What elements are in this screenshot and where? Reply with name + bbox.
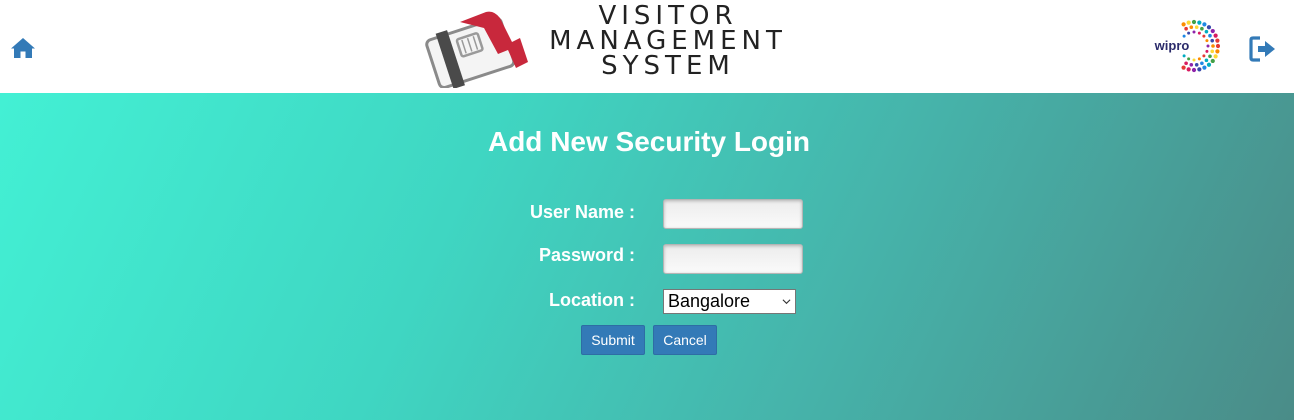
vms-logo: VISITOR MANAGEMENT SYSTEM — [420, 3, 800, 90]
sign-out-icon[interactable] — [1249, 36, 1277, 62]
main-content: Add New Security Login User Name : Passw… — [0, 93, 1294, 420]
app-header: VISITOR MANAGEMENT SYSTEM wipro — [0, 0, 1294, 93]
username-input[interactable] — [663, 199, 803, 229]
location-label: Location : — [549, 290, 635, 310]
wipro-logo-text: wipro — [1154, 38, 1190, 53]
logo-line-3: SYSTEM — [601, 51, 735, 81]
chevron-down-icon — [782, 299, 791, 305]
submit-button[interactable]: Submit — [581, 325, 645, 355]
cancel-button[interactable]: Cancel — [653, 325, 717, 355]
logo-text: VISITOR MANAGEMENT SYSTEM — [538, 3, 798, 81]
password-input[interactable] — [663, 244, 803, 274]
wipro-logo: wipro — [1154, 19, 1220, 73]
password-label: Password : — [538, 245, 635, 265]
username-label: User Name : — [529, 202, 635, 222]
card-icon — [425, 11, 528, 88]
location-select[interactable]: Bangalore — [663, 289, 796, 314]
page-title: Add New Security Login — [487, 126, 811, 157]
location-selected-value: Bangalore — [668, 291, 751, 311]
home-icon[interactable] — [10, 36, 36, 60]
